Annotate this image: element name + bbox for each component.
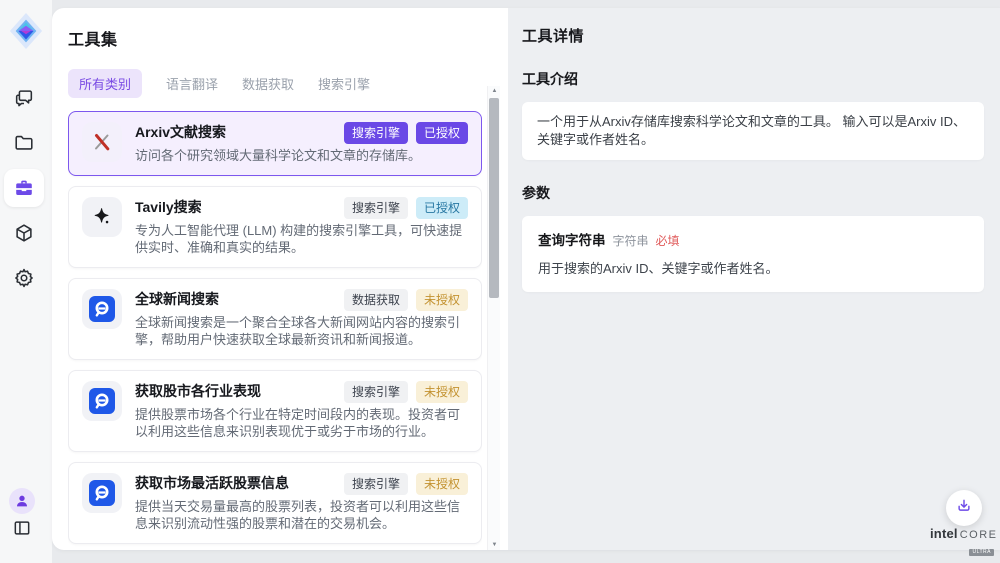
tool-name: 获取市场最活跃股票信息 <box>135 473 289 493</box>
category-badge: 搜索引擎 <box>344 381 408 403</box>
main-content: 工具集 所有类别语言翻译数据获取搜索引擎 Arxiv文献搜索 搜索引擎 已授权 … <box>52 8 1000 550</box>
app-logo <box>9 12 43 50</box>
tool-name: Tavily搜索 <box>135 197 202 217</box>
sidebar-rail <box>0 0 52 563</box>
param-type: 字符串 <box>613 232 649 249</box>
sidebar-item-tools[interactable] <box>4 169 44 207</box>
auth-status-badge: 未授权 <box>416 381 468 403</box>
scrollbar-thumb[interactable] <box>489 98 499 298</box>
juhe-q-icon <box>82 381 122 421</box>
sidebar-item-files[interactable] <box>4 124 44 162</box>
panel-toggle-button[interactable] <box>10 518 34 542</box>
param-card: 查询字符串 字符串 必填 用于搜索的Arxiv ID、关键字或作者姓名。 <box>522 216 984 292</box>
param-description: 用于搜索的Arxiv ID、关键字或作者姓名。 <box>538 258 968 277</box>
tool-description: 专为人工智能代理 (LLM) 构建的搜索引擎工具，可快速提供实时、准确和真实的结… <box>135 222 468 257</box>
list-scrollbar[interactable]: ▲ ▼ <box>487 86 500 550</box>
folder-icon <box>13 132 35 154</box>
toolbox-icon <box>13 177 35 199</box>
core-brand-text: CORE <box>960 529 998 541</box>
category-badge: 数据获取 <box>344 289 408 311</box>
user-avatar[interactable] <box>9 488 35 514</box>
tool-list-item-3[interactable]: 获取股市各行业表现 搜索引擎 未授权 提供股票市场各个行业在特定时间段内的表现。… <box>68 370 482 452</box>
app-window: 工具集 所有类别语言翻译数据获取搜索引擎 Arxiv文献搜索 搜索引擎 已授权 … <box>0 0 1000 563</box>
scrollbar-down-icon[interactable]: ▼ <box>488 540 501 550</box>
auth-status-badge: 已授权 <box>416 122 468 144</box>
detail-title: 工具详情 <box>522 25 984 46</box>
tab-2[interactable]: 数据获取 <box>242 69 294 98</box>
tool-description: 访问各个研究领域大量科学论文和文章的存储库。 <box>135 147 468 165</box>
juhe-q-icon <box>82 473 122 513</box>
intro-card: 一个用于从Arxiv存储库搜索科学论文和文章的工具。 输入可以是Arxiv ID… <box>522 102 984 160</box>
intel-core-logo: intelCORE ULTRA <box>930 527 994 556</box>
category-badge: 搜索引擎 <box>344 473 408 495</box>
tool-list-item-4[interactable]: 获取市场最活跃股票信息 搜索引擎 未授权 提供当天交易量最高的股票列表，投资者可… <box>68 462 482 544</box>
tool-list-panel: 工具集 所有类别语言翻译数据获取搜索引擎 Arxiv文献搜索 搜索引擎 已授权 … <box>52 8 508 550</box>
tool-detail-panel: 工具详情 工具介绍 一个用于从Arxiv存储库搜索科学论文和文章的工具。 输入可… <box>508 8 1000 550</box>
sidebar-item-chat[interactable] <box>4 79 44 117</box>
tool-list: Arxiv文献搜索 搜索引擎 已授权 访问各个研究领域大量科学论文和文章的存储库… <box>68 111 482 550</box>
tool-description: 提供股票市场各个行业在特定时间段内的表现。投资者可以利用这些信息来识别表现优于或… <box>135 406 468 441</box>
tool-name: Arxiv文献搜索 <box>135 122 226 142</box>
page-title: 工具集 <box>68 26 508 50</box>
chat-icon <box>13 87 35 109</box>
download-button[interactable] <box>946 490 982 526</box>
param-name: 查询字符串 <box>538 229 606 249</box>
tab-0[interactable]: 所有类别 <box>68 69 142 98</box>
category-badge: 搜索引擎 <box>344 122 408 144</box>
tool-description: 提供当天交易量最高的股票列表，投资者可以利用这些信息来识别流动性强的股票和潜在的… <box>135 498 468 533</box>
param-required-badge: 必填 <box>656 232 680 249</box>
cube-icon <box>13 222 35 244</box>
arxiv-x-icon <box>82 122 122 162</box>
category-tabs: 所有类别语言翻译数据获取搜索引擎 <box>68 69 508 98</box>
tool-name: 获取股市各行业表现 <box>135 381 261 401</box>
auth-status-badge: 未授权 <box>416 289 468 311</box>
params-heading: 参数 <box>522 183 984 203</box>
tool-list-item-2[interactable]: 全球新闻搜索 数据获取 未授权 全球新闻搜索是一个聚合全球各大新闻网站内容的搜索… <box>68 278 482 360</box>
sidebar-item-settings[interactable] <box>4 259 44 297</box>
tavily-star-icon <box>82 197 122 237</box>
tab-3[interactable]: 搜索引擎 <box>318 69 370 98</box>
intro-text: 一个用于从Arxiv存储库搜索科学论文和文章的工具。 输入可以是Arxiv ID… <box>537 113 969 149</box>
gear-icon <box>13 267 35 289</box>
core-badge-text: ULTRA <box>969 549 994 556</box>
panel-toggle-icon <box>12 518 32 543</box>
intro-heading: 工具介绍 <box>522 69 984 89</box>
tool-list-item-1[interactable]: Tavily搜索 搜索引擎 已授权 专为人工智能代理 (LLM) 构建的搜索引擎… <box>68 186 482 268</box>
auth-status-badge: 已授权 <box>416 197 468 219</box>
tool-description: 全球新闻搜索是一个聚合全球各大新闻网站内容的搜索引擎，帮助用户快速获取全球最新资… <box>135 314 468 349</box>
tab-1[interactable]: 语言翻译 <box>166 69 218 98</box>
category-badge: 搜索引擎 <box>344 197 408 219</box>
auth-status-badge: 未授权 <box>416 473 468 495</box>
juhe-q-icon <box>82 289 122 329</box>
download-icon <box>955 497 973 520</box>
sidebar-item-models[interactable] <box>4 214 44 252</box>
scrollbar-up-icon[interactable]: ▲ <box>488 86 501 96</box>
intel-brand-text: intel <box>930 526 958 541</box>
tool-list-item-0[interactable]: Arxiv文献搜索 搜索引擎 已授权 访问各个研究领域大量科学论文和文章的存储库… <box>68 111 482 176</box>
tool-name: 全球新闻搜索 <box>135 289 219 309</box>
